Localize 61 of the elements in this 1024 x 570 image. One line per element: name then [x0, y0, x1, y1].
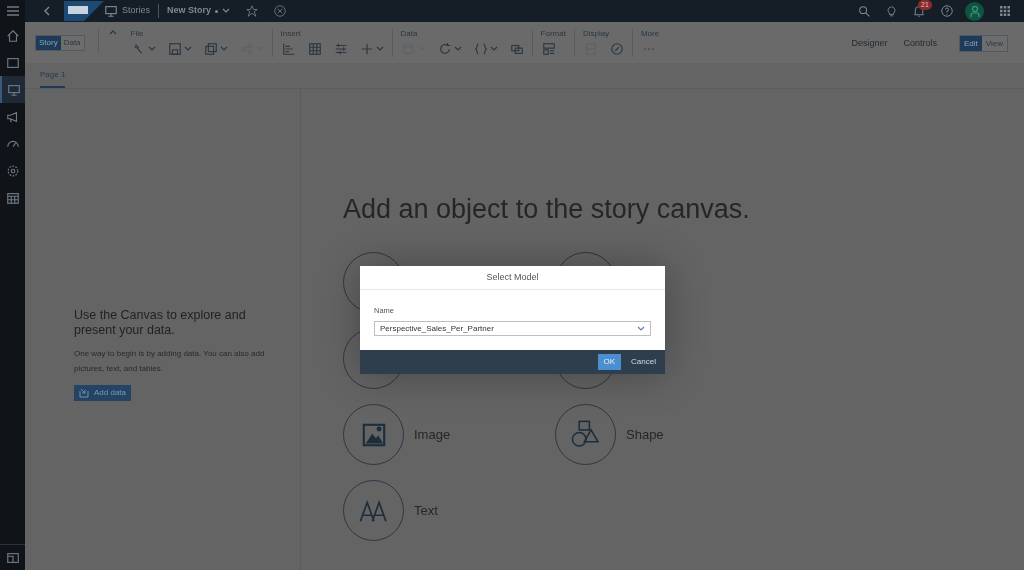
logo-icon: [64, 1, 104, 21]
story-icon: [6, 82, 21, 97]
person-icon: [969, 5, 980, 17]
avatar[interactable]: [965, 1, 984, 21]
presentation-icon: [104, 4, 118, 18]
menu-icon[interactable]: [6, 6, 19, 16]
story-title[interactable]: New Story: [167, 4, 212, 18]
grid-icon[interactable]: [1000, 6, 1010, 16]
dialog-title: Select Model: [360, 266, 665, 290]
nav-item[interactable]: [0, 76, 25, 103]
toolbar-button[interactable]: [281, 42, 296, 56]
import-icon: [79, 388, 89, 398]
toolbar-button[interactable]: [437, 42, 462, 56]
dialog-button[interactable]: Cancel: [629, 354, 658, 371]
star-icon[interactable]: [246, 5, 259, 17]
view-tab[interactable]: Edit: [960, 36, 982, 51]
braces-icon: [473, 42, 488, 56]
table-icon: [307, 42, 322, 56]
close-icon[interactable]: [274, 5, 287, 17]
refresh-icon: [437, 42, 452, 56]
model-select[interactable]: Perspective_Sales_Per_Partner: [374, 321, 651, 337]
help-icon[interactable]: [941, 5, 953, 17]
folder-icon: [5, 55, 20, 70]
calendar-icon: [5, 190, 20, 205]
save-icon: [167, 42, 182, 56]
search-icon[interactable]: [859, 5, 870, 17]
canvas-heading: Add an object to the story canvas.: [343, 193, 751, 225]
copy-icon: [203, 42, 218, 56]
lightbulb-icon[interactable]: [886, 5, 897, 17]
object-label: Image: [414, 425, 451, 444]
add-data-button[interactable]: Add data: [74, 385, 132, 401]
toolbar-button[interactable]: [167, 42, 192, 56]
toolbar-button[interactable]: [473, 42, 498, 56]
dialog-button[interactable]: OK: [597, 354, 622, 371]
toolbar-button[interactable]: [307, 42, 322, 56]
intro-heading: Use the Canvas to explore and present your data.: [74, 308, 247, 338]
panel-tab[interactable]: Designer: [851, 36, 888, 51]
megaphone-icon: [5, 109, 20, 124]
plus-icon: [359, 42, 374, 56]
breadcrumb[interactable]: Stories: [122, 4, 159, 18]
panel-tab[interactable]: Controls: [903, 36, 937, 51]
toolbar-button[interactable]: [541, 42, 556, 56]
toolbar-button[interactable]: [333, 42, 348, 56]
object-label: Text: [414, 501, 438, 520]
sliders-icon: [333, 42, 348, 56]
group-label: More: [640, 29, 660, 39]
page-tab[interactable]: Page 1: [40, 66, 66, 88]
chart-icon: [281, 42, 296, 56]
toolbar-button[interactable]: [359, 42, 384, 56]
panel-icon[interactable]: [5, 550, 20, 565]
caret-icon: [637, 325, 645, 332]
object-label: Shape: [626, 425, 664, 444]
caret-icon: [222, 8, 231, 14]
toolbar-button[interactable]: [203, 42, 228, 56]
toolbar-button[interactable]: [131, 42, 156, 56]
home-icon: [5, 28, 20, 43]
format-icon: [541, 42, 556, 56]
bell-icon[interactable]: [913, 5, 925, 17]
mode-tab[interactable]: Story: [36, 36, 61, 50]
collapse-icon[interactable]: [108, 29, 117, 35]
back-icon[interactable]: [43, 6, 51, 16]
